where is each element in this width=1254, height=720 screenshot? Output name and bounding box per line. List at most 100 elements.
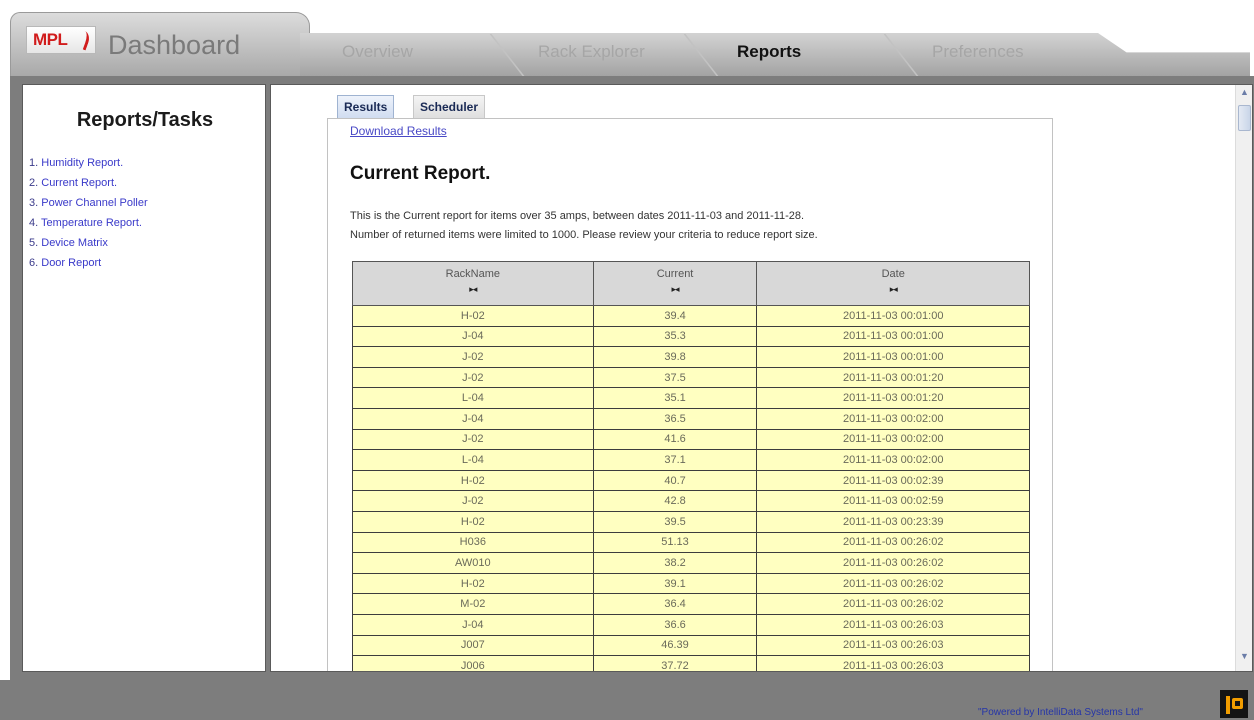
nav-tab-preferences[interactable]: Preferences xyxy=(932,42,1024,62)
table-row: J-02 42.8 2011-11-03 00:02:59 xyxy=(352,490,1030,512)
cell-current: 35.1 xyxy=(592,387,758,409)
mpl-logo: MPL xyxy=(26,26,96,54)
sort-icon[interactable]: ▸◂ xyxy=(757,284,1029,295)
table-row: H-02 39.5 2011-11-03 00:23:39 xyxy=(352,510,1030,533)
cell-rackname: L-04 xyxy=(352,449,594,471)
tab-scheduler[interactable]: Scheduler xyxy=(413,95,486,119)
table-row: H036 51.13 2011-11-03 00:26:02 xyxy=(352,531,1030,554)
logo-bar xyxy=(1226,696,1230,714)
list-number: 4. xyxy=(29,217,39,229)
report-description: This is the Current report for items ove… xyxy=(350,207,818,245)
report-panel: Download Results Current Report. This is… xyxy=(327,118,1053,671)
cell-current: 36.6 xyxy=(592,613,758,636)
scroll-down-arrow-icon[interactable]: ▼ xyxy=(1238,651,1251,665)
cell-date: 2011-11-03 00:02:00 xyxy=(756,428,1030,451)
table-row: H-02 40.7 2011-11-03 00:02:39 xyxy=(352,469,1030,492)
scroll-up-arrow-icon[interactable]: ▲ xyxy=(1238,87,1251,101)
cell-rackname: J-02 xyxy=(352,366,594,389)
logo-swoosh-icon xyxy=(74,29,92,51)
description-line: Number of returned items were limited to… xyxy=(350,229,818,241)
tab-results[interactable]: Results xyxy=(337,95,395,119)
column-header-rackname[interactable]: RackName ▸◂ xyxy=(352,261,594,306)
cell-current: 46.39 xyxy=(592,634,758,657)
list-number: 1. xyxy=(29,157,39,169)
intellidata-logo-icon xyxy=(1220,690,1248,718)
table-row: J006 37.72 2011-11-03 00:26:03 xyxy=(352,655,1030,671)
download-results-link[interactable]: Download Results xyxy=(350,124,447,138)
sidebar-item-temperature-report: 4. Temperature Report. xyxy=(29,213,148,233)
list-number: 2. xyxy=(29,177,39,189)
table-row: J-04 36.6 2011-11-03 00:26:03 xyxy=(352,613,1030,636)
cell-rackname: H036 xyxy=(352,531,594,554)
cell-rackname: H-02 xyxy=(352,469,594,492)
cell-rackname: H-02 xyxy=(352,510,594,533)
cell-current: 39.8 xyxy=(592,346,758,368)
main-panel: Results Scheduler Download Results Curre… xyxy=(270,84,1253,672)
humidity-report-link[interactable]: Humidity Report. xyxy=(41,157,123,169)
cell-current: 36.4 xyxy=(592,593,758,615)
cell-date: 2011-11-03 00:01:00 xyxy=(756,305,1030,327)
cell-date: 2011-11-03 00:26:02 xyxy=(756,593,1030,615)
list-number: 3. xyxy=(29,197,39,209)
cell-current: 40.7 xyxy=(592,469,758,492)
list-number: 5. xyxy=(29,237,39,249)
nav-tab-rack-explorer[interactable]: Rack Explorer xyxy=(538,42,645,62)
cell-date: 2011-11-03 00:26:03 xyxy=(756,634,1030,657)
sidebar-item-device-matrix: 5. Device Matrix xyxy=(29,233,148,253)
cell-date: 2011-11-03 00:26:02 xyxy=(756,572,1030,595)
cell-date: 2011-11-03 00:01:20 xyxy=(756,366,1030,389)
sort-icon[interactable]: ▸◂ xyxy=(594,284,757,295)
column-header-label: RackName xyxy=(445,268,501,280)
door-report-link[interactable]: Door Report xyxy=(41,257,101,269)
description-line: This is the Current report for items ove… xyxy=(350,210,805,222)
sidebar-item-current-report: 2. Current Report. xyxy=(29,173,148,193)
cell-date: 2011-11-03 00:26:02 xyxy=(756,552,1030,574)
scroll-thumb[interactable] xyxy=(1238,105,1251,131)
table-row: J007 46.39 2011-11-03 00:26:03 xyxy=(352,634,1030,657)
cell-current: 37.1 xyxy=(592,449,758,471)
nav-tab-overview[interactable]: Overview xyxy=(342,42,413,62)
list-number: 6. xyxy=(29,257,39,269)
sort-icon[interactable]: ▸◂ xyxy=(353,284,593,295)
device-matrix-link[interactable]: Device Matrix xyxy=(41,237,108,249)
cell-current: 39.4 xyxy=(592,305,758,327)
table-row: H-02 39.1 2011-11-03 00:26:02 xyxy=(352,572,1030,595)
logo-bowl xyxy=(1232,698,1243,709)
vertical-scrollbar[interactable]: ▲ ▼ xyxy=(1235,85,1252,671)
cell-current: 51.13 xyxy=(592,531,758,554)
column-header-current[interactable]: Current ▸◂ xyxy=(592,261,758,306)
cell-rackname: H-02 xyxy=(352,572,594,595)
cell-current: 41.6 xyxy=(592,428,758,451)
nav-tab-reports[interactable]: Reports xyxy=(737,42,801,62)
cell-date: 2011-11-03 00:01:00 xyxy=(756,325,1030,348)
sidebar-title: Reports/Tasks xyxy=(76,109,214,131)
cell-rackname: J-02 xyxy=(352,346,594,368)
table-row: J-02 39.8 2011-11-03 00:01:00 xyxy=(352,346,1030,368)
report-table: RackName ▸◂ Current ▸◂ Date ▸◂ H-02 39.4 2… xyxy=(352,261,1030,671)
powered-by-link[interactable]: "Powered by IntelliData Systems Ltd" xyxy=(978,707,1143,718)
cell-date: 2011-11-03 00:26:02 xyxy=(756,531,1030,554)
cell-rackname: J007 xyxy=(352,634,594,657)
table-row: L-04 35.1 2011-11-03 00:01:20 xyxy=(352,387,1030,409)
sidebar-item-humidity-report: 1. Humidity Report. xyxy=(29,153,148,173)
cell-date: 2011-11-03 00:01:00 xyxy=(756,346,1030,368)
column-header-date[interactable]: Date ▸◂ xyxy=(756,261,1030,306)
current-report-link[interactable]: Current Report. xyxy=(41,177,117,189)
cell-rackname: AW010 xyxy=(352,552,594,574)
cell-date: 2011-11-03 00:02:39 xyxy=(756,469,1030,492)
cell-date: 2011-11-03 00:02:00 xyxy=(756,407,1030,430)
temperature-report-link[interactable]: Temperature Report. xyxy=(41,217,142,229)
table-row: H-02 39.4 2011-11-03 00:01:00 xyxy=(352,305,1030,327)
power-channel-poller-link[interactable]: Power Channel Poller xyxy=(41,197,147,209)
table-row: M-02 36.4 2011-11-03 00:26:02 xyxy=(352,593,1030,615)
cell-rackname: J-04 xyxy=(352,325,594,348)
cell-date: 2011-11-03 00:02:59 xyxy=(756,490,1030,512)
sidebar-item-power-channel-poller: 3. Power Channel Poller xyxy=(29,193,148,213)
cell-date: 2011-11-03 00:26:03 xyxy=(756,613,1030,636)
task-list: 1. Humidity Report. 2. Current Report. 3… xyxy=(29,153,148,273)
cell-current: 37.72 xyxy=(592,655,758,671)
table-row: L-04 37.1 2011-11-03 00:02:00 xyxy=(352,449,1030,471)
cell-current: 38.2 xyxy=(592,552,758,574)
cell-current: 36.5 xyxy=(592,407,758,430)
cell-rackname: J-02 xyxy=(352,490,594,512)
